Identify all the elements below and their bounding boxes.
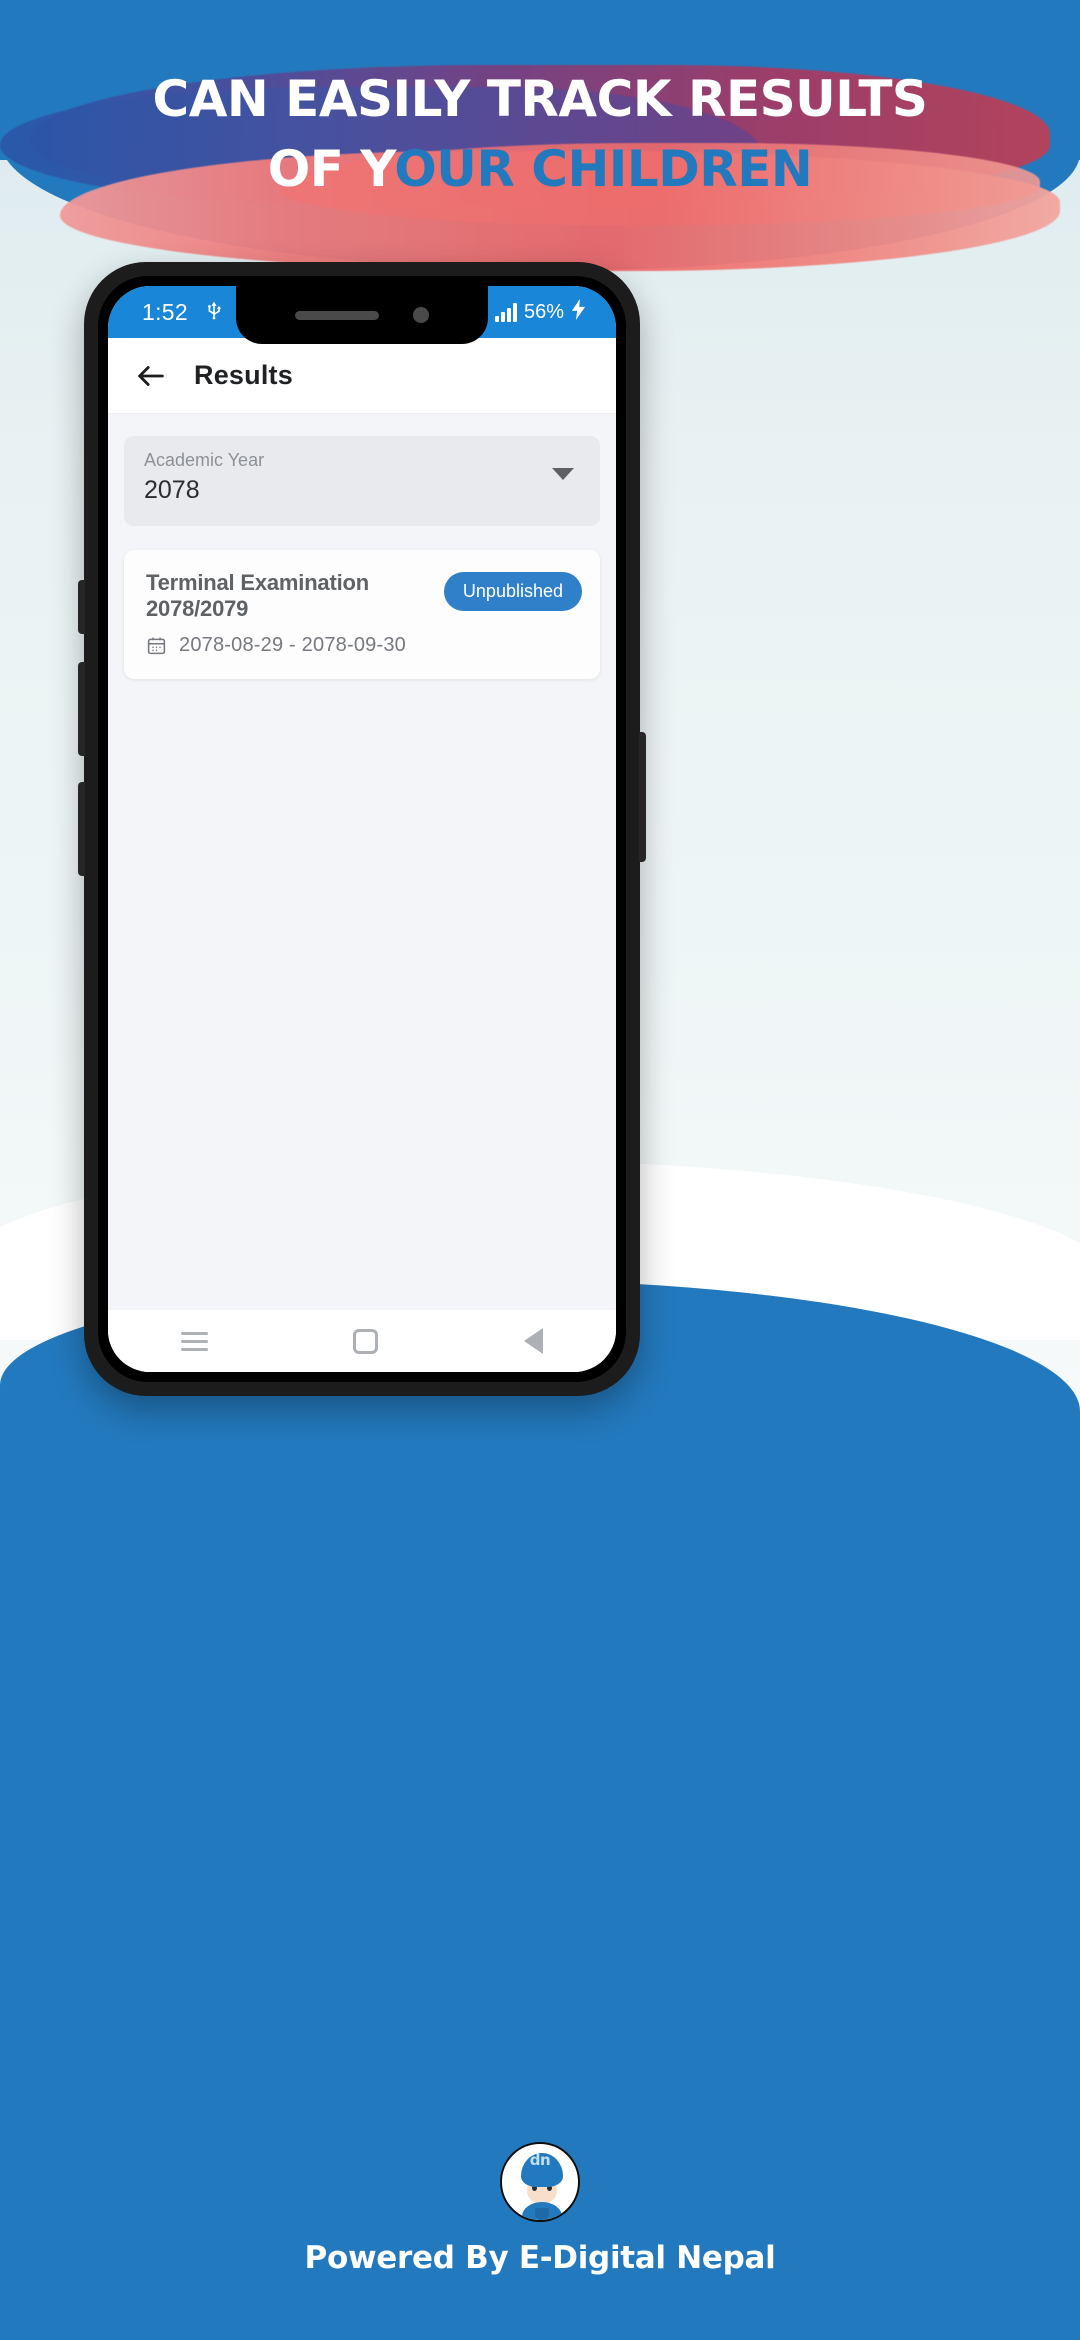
promo-headline-line1: CAN EASILY TRACK RESULTS	[152, 70, 928, 128]
logo-cap-label: dn	[529, 2151, 551, 2169]
academic-year-dropdown[interactable]: Academic Year 2078	[124, 436, 600, 526]
signal-bars-icon	[494, 302, 517, 322]
back-arrow-icon[interactable]	[134, 359, 168, 393]
academic-year-value: 2078	[144, 476, 200, 504]
home-square-icon[interactable]	[353, 1328, 379, 1354]
status-bar-left: 1:52	[108, 299, 224, 326]
promo-headline-line2-white: OF Y	[267, 140, 395, 198]
promo-headline: CAN EASILY TRACK RESULTS OF YOUR CHILDRE…	[0, 68, 1080, 200]
academic-year-texts: Academic Year 2078	[144, 448, 264, 505]
phone-notch	[236, 286, 488, 344]
status-bar-clock: 1:52	[142, 298, 188, 325]
phone-mockup: 1:52 56% Results Academic Year 2078 Term…	[78, 262, 646, 1396]
phone-button-volume-up	[78, 662, 85, 756]
status-bar-right: 56%	[477, 298, 616, 326]
phone-button-volume-down	[78, 782, 85, 876]
recents-menu-icon[interactable]	[180, 1327, 208, 1356]
calendar-icon	[146, 635, 167, 656]
logo-collar	[535, 2208, 549, 2220]
page-title: Results	[194, 360, 293, 390]
app-bar: Results	[108, 338, 616, 414]
promo-headline-line2-blue: OUR CHILDREN	[394, 140, 813, 198]
result-item-dates: 2078-08-29 - 2078-09-30	[146, 634, 444, 657]
back-triangle-icon[interactable]	[524, 1328, 544, 1354]
phone-bezel: 1:52 56% Results Academic Year 2078 Term…	[98, 276, 626, 1382]
academic-year-label: Academic Year	[144, 450, 265, 470]
notch-speaker	[295, 310, 379, 320]
usb-icon	[204, 300, 224, 324]
charging-bolt-icon	[571, 298, 586, 326]
status-badge: Unpublished	[443, 572, 582, 611]
promo-headline-line2: OF YOUR CHILDREN	[0, 138, 1080, 200]
result-item-main: Terminal Examination 2078/2079 2078-08-2…	[146, 570, 444, 657]
notch-camera	[413, 307, 429, 323]
status-bar: 1:52 56%	[108, 286, 616, 344]
phone-button-power	[639, 732, 646, 862]
chevron-down-icon[interactable]	[552, 468, 574, 480]
result-item-title: Terminal Examination 2078/2079	[146, 570, 369, 621]
footer: dn Powered By E-Digital Nepal	[0, 2142, 1080, 2276]
app-content: Academic Year 2078 Terminal Examination …	[108, 414, 616, 1344]
battery-percent-label: 56%	[523, 300, 564, 323]
android-nav-bar	[108, 1310, 616, 1372]
e-digital-nepal-logo: dn	[500, 2142, 580, 2222]
phone-button-side-1	[78, 580, 85, 634]
phone-screen: 1:52 56% Results Academic Year 2078 Term…	[108, 286, 616, 1372]
footer-credit-text: Powered By E-Digital Nepal	[304, 2240, 776, 2276]
result-list-item[interactable]: Terminal Examination 2078/2079 2078-08-2…	[124, 550, 600, 679]
result-item-date-range: 2078-08-29 - 2078-09-30	[179, 634, 406, 656]
